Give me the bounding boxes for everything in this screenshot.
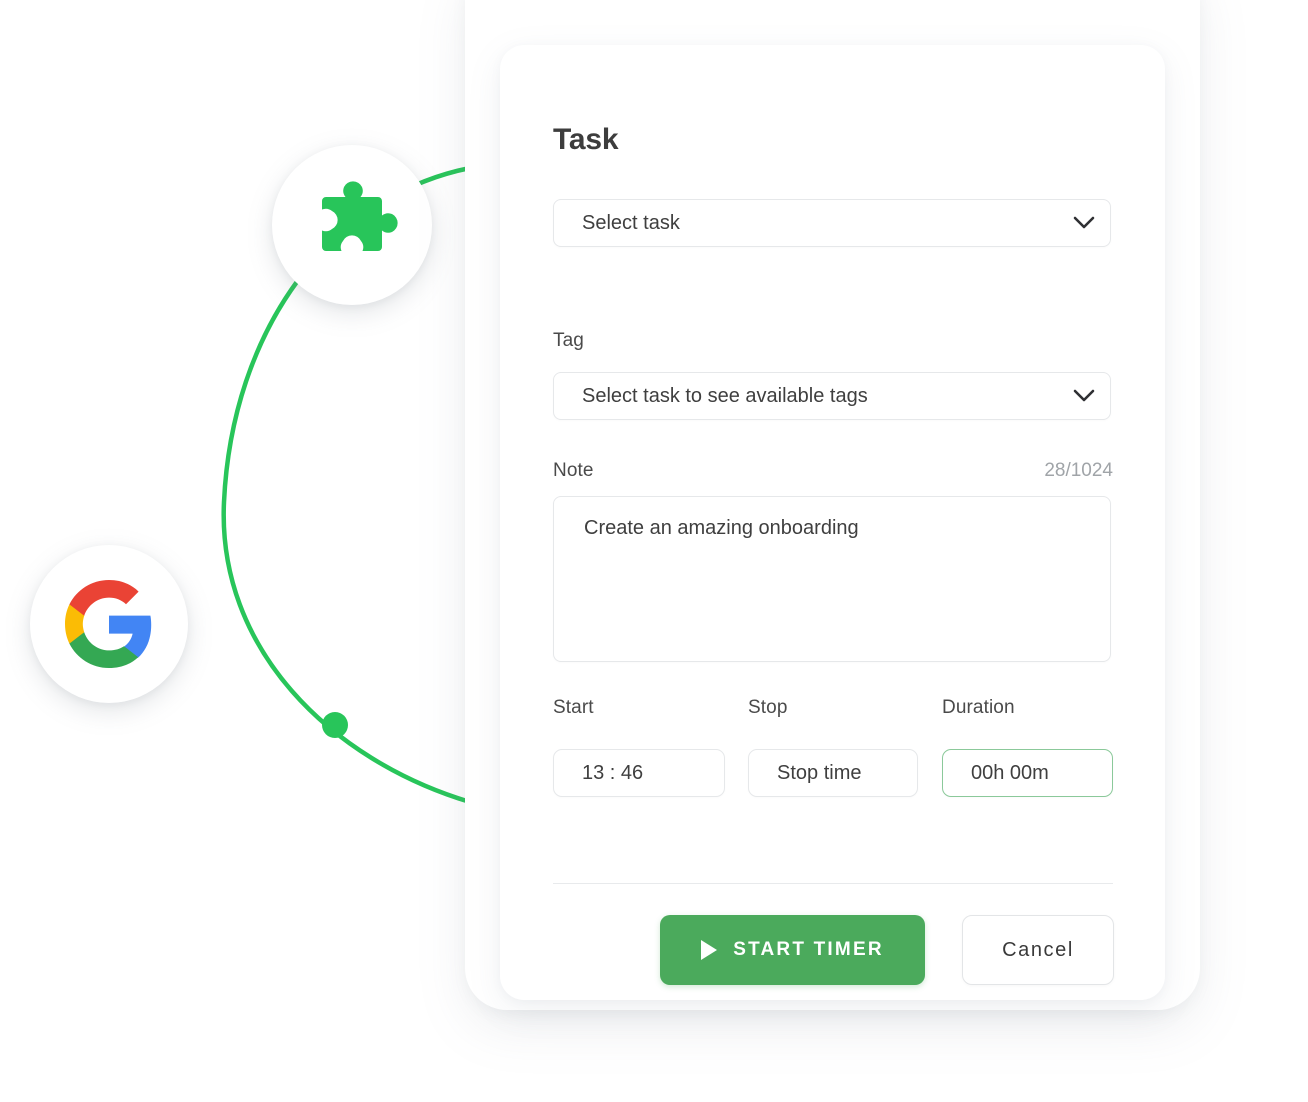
start-timer-label: START TIMER: [733, 939, 884, 960]
start-field-group: Start 13 : 46: [553, 697, 725, 797]
note-character-counter: 28/1024: [1044, 460, 1113, 481]
curve-dot: [322, 712, 348, 738]
start-timer-button[interactable]: START TIMER: [660, 915, 925, 985]
chevron-down-icon: [1058, 216, 1110, 230]
tag-select-value: Select task to see available tags: [582, 384, 868, 407]
task-select[interactable]: Select task: [553, 199, 1111, 247]
task-card: Task Select task Tag Select task to see …: [500, 45, 1165, 1000]
duration-label: Duration: [942, 697, 1015, 718]
google-badge: [30, 545, 188, 703]
start-time-input[interactable]: 13 : 46: [553, 749, 725, 797]
task-select-value: Select task: [582, 211, 680, 234]
cancel-button[interactable]: Cancel: [962, 915, 1114, 985]
task-form: Task Select task Tag Select task to see …: [553, 45, 1114, 1000]
play-icon: [701, 940, 718, 960]
google-logo-icon: [65, 580, 152, 668]
tag-select[interactable]: Select task to see available tags: [553, 372, 1111, 420]
stop-label: Stop: [748, 697, 788, 718]
note-textarea[interactable]: Create an amazing onboarding: [553, 496, 1111, 662]
duration-field-group: Duration 00h 00m: [942, 697, 1113, 797]
stop-time-input[interactable]: Stop time: [748, 749, 918, 797]
puzzle-badge: [272, 145, 432, 305]
start-label: Start: [553, 697, 594, 718]
note-label: Note: [553, 460, 594, 481]
divider: [553, 883, 1113, 884]
stop-field-group: Stop Stop time: [748, 697, 918, 797]
action-bar: START TIMER Cancel: [660, 915, 1114, 985]
note-value: Create an amazing onboarding: [584, 517, 859, 539]
duration-input[interactable]: 00h 00m: [942, 749, 1113, 797]
tag-label: Tag: [553, 330, 584, 351]
chevron-down-icon: [1058, 389, 1110, 403]
puzzle-piece-icon: [322, 181, 398, 251]
page-title: Task: [553, 123, 619, 156]
